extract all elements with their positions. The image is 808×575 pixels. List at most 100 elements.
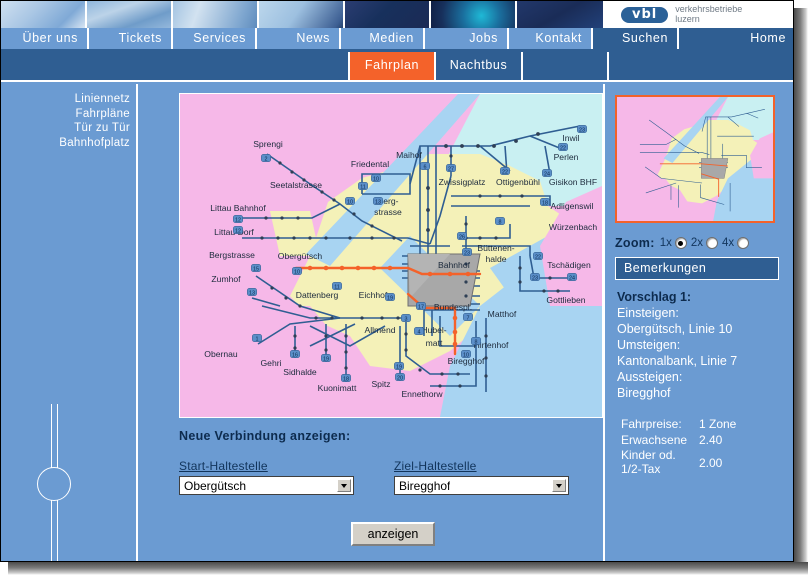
map-label-friedental: Friedental: [351, 159, 389, 169]
nav-item--ber-uns[interactable]: Über uns: [1, 28, 89, 49]
line-badge-8[interactable]: 8: [495, 217, 505, 225]
line-badge-20[interactable]: 20: [395, 373, 405, 381]
line-badge-11[interactable]: 11: [332, 282, 342, 290]
map-label-bergstrasse: Bergstrasse: [209, 250, 255, 260]
line-badge-label: 23: [579, 127, 585, 133]
line-badge-label: 19: [387, 295, 393, 301]
line-badge-18[interactable]: 18: [540, 198, 550, 206]
line-badge-23[interactable]: 23: [462, 248, 472, 256]
line-badge-26[interactable]: 26: [457, 232, 467, 240]
map-overview-thumbnail[interactable]: [615, 95, 775, 223]
line-badge-3[interactable]: 3: [401, 314, 411, 322]
header-photo-strip: vbl verkehrsbetriebe luzern: [1, 1, 793, 28]
line-badge-label: 24: [544, 171, 550, 177]
chevron-down-icon[interactable]: [552, 479, 566, 492]
map-label-spitz: Spitz: [371, 379, 390, 389]
line-badge-23[interactable]: 23: [577, 125, 587, 133]
map-label-matthof: Matthof: [488, 309, 517, 319]
vbl-tagline-line2: luzern: [675, 13, 700, 24]
map-label-littau-bahnhof: Littau Bahnhof: [210, 203, 266, 213]
line-badge-15[interactable]: 15: [251, 264, 261, 272]
line-badge-13[interactable]: 13: [373, 197, 383, 205]
line-badge-12[interactable]: 12: [233, 226, 243, 234]
line-badge-19[interactable]: 19: [321, 354, 331, 362]
line-badge-4[interactable]: 4: [414, 327, 424, 335]
start-haltestelle-label[interactable]: Start-Haltestelle: [179, 459, 354, 473]
line-badge-11[interactable]: 11: [358, 182, 368, 190]
zoom-option-4x[interactable]: 4x: [722, 237, 750, 249]
line-badge-7[interactable]: 7: [463, 313, 473, 321]
nav-item-suchen[interactable]: Suchen: [593, 28, 679, 49]
line-badge-17[interactable]: 17: [416, 302, 426, 310]
fare-value: 2.00: [699, 456, 723, 470]
zoom-option-1x[interactable]: 1x: [660, 237, 687, 249]
line-badge-10[interactable]: 10: [345, 197, 355, 205]
nav-item-kontakt[interactable]: Kontakt: [509, 28, 593, 49]
fare-key: Fahrpreise:: [621, 417, 682, 431]
line-badge-22[interactable]: 22: [533, 252, 543, 260]
map-label-ottigenb-hl: Ottigenbühl: [496, 177, 540, 187]
map-label-eichhof: Eichhof: [359, 290, 388, 300]
nav-item-services[interactable]: Services: [173, 28, 257, 49]
line-badge-2[interactable]: 2: [261, 154, 271, 162]
map-label-bahnhof: Bahnhof: [438, 260, 471, 270]
nav-item-home[interactable]: Home: [679, 28, 793, 49]
line-badge-8[interactable]: 8: [471, 337, 481, 345]
chevron-down-icon[interactable]: [337, 479, 351, 492]
start-haltestelle-select[interactable]: Obergütsch: [179, 476, 354, 495]
line-badge-label: 7: [467, 315, 470, 321]
subnav-item-fahrplan[interactable]: Fahrplan: [350, 52, 436, 80]
zoom-option-2x[interactable]: 2x: [691, 237, 718, 249]
sidebar-item-fahrpl-ne[interactable]: Fahrpläne: [1, 107, 136, 122]
radio-4x[interactable]: [737, 237, 750, 249]
line-badge-label: 22: [535, 254, 541, 260]
header-photo-2: [87, 1, 173, 28]
line-badge-13[interactable]: 13: [247, 288, 257, 296]
nav-item-medien[interactable]: Medien: [341, 28, 425, 49]
page-frame: vbl verkehrsbetriebe luzern Über uns Tick…: [0, 0, 794, 562]
map-label-dattenberg: Dattenberg: [296, 290, 339, 300]
fare-value: 2.40: [699, 433, 723, 447]
line-badge-10[interactable]: 10: [461, 350, 471, 358]
line-badge-23[interactable]: 23: [530, 273, 540, 281]
vbl-logo: vbl verkehrsbetriebe luzern: [605, 1, 793, 28]
line-badge-19[interactable]: 19: [394, 362, 404, 370]
remark-line: Biregghof: [617, 386, 671, 400]
anzeigen-button[interactable]: anzeigen: [351, 522, 435, 546]
sidebar-item-liniennetz[interactable]: Liniennetz: [1, 92, 136, 107]
line-badge-27[interactable]: 27: [446, 164, 456, 172]
line-badge-18[interactable]: 18: [341, 374, 351, 382]
nav-item-jobs[interactable]: Jobs: [425, 28, 509, 49]
line-badge-19[interactable]: 19: [385, 293, 395, 301]
line-badge-24[interactable]: 24: [567, 273, 577, 281]
line-badge-24[interactable]: 24: [542, 169, 552, 177]
line-badge-22[interactable]: 22: [500, 167, 510, 175]
map-label-tsch-digen: Tschädigen: [547, 260, 591, 270]
sidebar-item-bahnhofplatz[interactable]: Bahnhofplatz: [1, 136, 136, 151]
line-badge-6[interactable]: 6: [420, 162, 430, 170]
subnav-item-nachtbus[interactable]: Nachtbus: [436, 52, 523, 80]
radio-2x[interactable]: [706, 237, 718, 249]
fare-row: Erwachsene 2.40: [621, 432, 791, 448]
line-badge-16[interactable]: 16: [290, 350, 300, 358]
map-label-obernau: Obernau: [204, 349, 238, 359]
ziel-haltestelle-label[interactable]: Ziel-Haltestelle: [394, 459, 569, 473]
line-badge-label: 10: [463, 352, 469, 358]
sidebar-links: Liniennetz Fahrpläne Tür zu Tür Bahnhofplat…: [1, 84, 136, 150]
line-badge-label: 13: [249, 290, 255, 296]
radio-1x-selected[interactable]: [674, 237, 687, 249]
sidebar-item-t-r-zu-t-r[interactable]: Tür zu Tür: [1, 121, 136, 136]
line-badge-label: 16: [292, 352, 298, 358]
line-badge-10[interactable]: 10: [292, 267, 302, 275]
line-badge-12[interactable]: 12: [233, 215, 243, 223]
nav-item-news[interactable]: News: [257, 28, 341, 49]
right-sidebar: Zoom: 1x 2x 4x Bemerkungen Vorschlag 1: Ei…: [607, 84, 793, 561]
line-badge-22[interactable]: 22: [558, 143, 568, 151]
nav-item-tickets[interactable]: Tickets: [89, 28, 173, 49]
line-badge-1[interactable]: 1: [252, 334, 262, 342]
network-map[interactable]: Sprengi Friedental Maihof Inwil Perlen Seetal…: [179, 93, 603, 418]
map-label-ennethorw: Ennethorw: [401, 389, 443, 399]
line-badge-10[interactable]: 10: [371, 174, 381, 182]
ziel-haltestelle-select[interactable]: Biregghof: [394, 476, 569, 495]
submit-row: anzeigen: [179, 522, 603, 546]
